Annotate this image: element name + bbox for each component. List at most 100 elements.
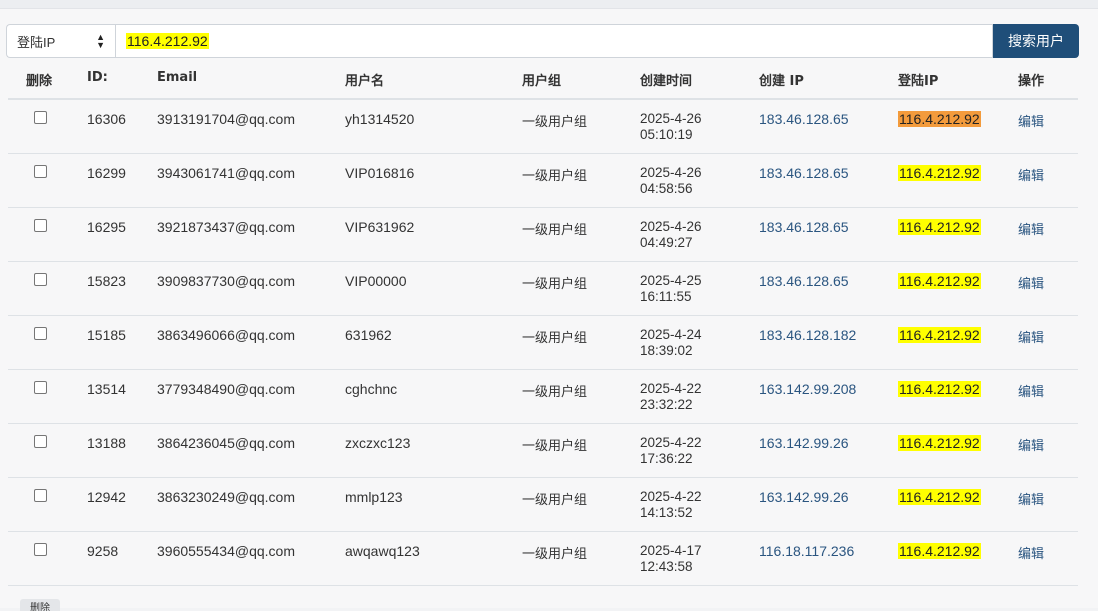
cell-email: 3863496066@qq.com [157,327,295,343]
header-username: 用户名 [345,74,385,89]
cell-login-ip: 116.4.212.92 [898,165,981,181]
table-row: 13514 3779348490@qq.com cghchnc 一级用户组 2025-4… [8,370,1078,424]
cell-group: 一级用户组 [522,439,588,454]
cell-username: yh1314520 [345,111,415,127]
edit-link[interactable]: 编辑 [1018,435,1044,454]
cell-created-time: 17:36:22 [640,451,693,466]
cell-created-date: 2025-4-26 [640,219,702,234]
delete-checkbox[interactable] [34,435,47,448]
cell-created-time: 14:13:52 [640,505,693,520]
cell-group: 一级用户组 [522,493,588,508]
table-row: 16295 3921873437@qq.com VIP631962 一级用户组 2025… [8,208,1078,262]
edit-link[interactable]: 编辑 [1018,543,1044,562]
cell-create-ip: 183.46.128.182 [759,327,857,343]
cell-created-date: 2025-4-17 [640,543,702,558]
cell-created-date: 2025-4-25 [640,273,702,288]
cell-created: 2025-4-22 14:13:52 [640,489,702,521]
cell-create-ip: 163.142.99.208 [759,381,857,397]
delete-checkbox[interactable] [34,327,47,340]
cell-id: 13514 [87,381,126,397]
cell-email: 3921873437@qq.com [157,219,295,235]
cell-created-date: 2025-4-26 [640,165,702,180]
search-bar: 登陆IP ▲ ▼ 116.4.212.92 搜索用户 [6,24,1079,58]
cell-id: 15185 [87,327,126,343]
search-input[interactable]: 116.4.212.92 [115,24,993,58]
cell-created: 2025-4-26 04:49:27 [640,219,702,251]
cell-group: 一级用户组 [522,277,588,292]
cell-group: 一级用户组 [522,115,588,130]
header-action: 操作 [1018,74,1045,89]
cell-created-time: 04:58:56 [640,181,693,196]
cell-group: 一级用户组 [522,547,588,562]
cell-username: VIP631962 [345,219,415,235]
cell-created-date: 2025-4-22 [640,381,702,396]
cell-email: 3909837730@qq.com [157,273,295,289]
delete-checkbox[interactable] [34,111,47,124]
edit-link[interactable]: 编辑 [1018,219,1044,238]
cell-login-ip: 116.4.212.92 [898,435,981,451]
select-caret-icon: ▲ ▼ [96,32,105,50]
cell-create-ip: 163.142.99.26 [759,435,849,451]
cell-login-ip-value: 116.4.212.92 [898,543,981,559]
header-create-ip: 创建 IP [759,74,804,89]
cell-login-ip-value: 116.4.212.92 [898,435,981,451]
edit-link[interactable]: 编辑 [1018,165,1044,184]
cell-email: 3913191704@qq.com [157,111,295,127]
table-row: 12942 3863230249@qq.com mmlp123 一级用户组 2025-4… [8,478,1078,532]
delete-checkbox[interactable] [34,543,47,556]
table-header: 删除 ID: Email 用户名 用户组 创建时间 创建 IP 登陆IP 操作 [8,62,1078,100]
table-row: 13188 3864236045@qq.com zxczxc123 一级用户组 2025… [8,424,1078,478]
cell-username: 631962 [345,327,392,343]
cell-created-date: 2025-4-22 [640,435,702,450]
delete-checkbox[interactable] [34,273,47,286]
cell-created-time: 05:10:19 [640,127,693,142]
delete-checkbox[interactable] [34,489,47,502]
users-table: 删除 ID: Email 用户名 用户组 创建时间 创建 IP 登陆IP 操作 … [8,62,1078,586]
cell-login-ip-value: 116.4.212.92 [898,273,981,289]
delete-checkbox[interactable] [34,381,47,394]
cell-created: 2025-4-22 23:32:22 [640,381,702,413]
cell-created-time: 16:11:55 [640,289,692,304]
search-field-select[interactable]: 登陆IP ▲ ▼ [6,24,115,58]
cell-created: 2025-4-25 16:11:55 [640,273,702,305]
cell-created: 2025-4-26 05:10:19 [640,111,702,143]
header-delete: 删除 [26,74,53,89]
cell-created-time: 12:43:58 [640,559,693,574]
cell-email: 3960555434@qq.com [157,543,295,559]
page: 登陆IP ▲ ▼ 116.4.212.92 搜索用户 删除 ID: Email 用… [0,0,1098,611]
delete-checkbox[interactable] [34,219,47,232]
edit-link[interactable]: 编辑 [1018,111,1044,130]
table-row: 9258 3960555434@qq.com awqawq123 一级用户组 2025-… [8,532,1078,586]
edit-link[interactable]: 编辑 [1018,381,1044,400]
cell-login-ip-value: 116.4.212.92 [898,489,981,505]
bulk-delete-button[interactable]: 删除 [20,599,60,611]
header-group: 用户组 [522,74,562,89]
table-row: 16299 3943061741@qq.com VIP016816 一级用户组 2025… [8,154,1078,208]
edit-link[interactable]: 编辑 [1018,327,1044,346]
cell-login-ip: 116.4.212.92 [898,543,981,559]
delete-checkbox[interactable] [34,165,47,178]
cell-username: cghchnc [345,381,398,397]
header-id: ID: [87,70,108,85]
cell-create-ip: 163.142.99.26 [759,489,849,505]
cell-id: 12942 [87,489,126,505]
cell-email: 3779348490@qq.com [157,381,295,397]
cell-created-date: 2025-4-24 [640,327,702,342]
cell-create-ip: 116.18.117.236 [759,543,855,559]
cell-created: 2025-4-26 04:58:56 [640,165,702,197]
cell-login-ip-value: 116.4.212.92 [898,219,981,235]
cell-create-ip: 183.46.128.65 [759,165,849,181]
edit-link[interactable]: 编辑 [1018,273,1044,292]
cell-login-ip: 116.4.212.92 [898,327,981,343]
cell-login-ip: 116.4.212.92 [898,489,981,505]
cell-created-time: 23:32:22 [640,397,693,412]
search-users-button[interactable]: 搜索用户 [993,24,1079,58]
cell-id: 16299 [87,165,126,181]
cell-id: 15823 [87,273,126,289]
cell-username: awqawq123 [345,543,420,559]
header-email: Email [157,70,198,85]
edit-link[interactable]: 编辑 [1018,489,1044,508]
cell-create-ip: 183.46.128.65 [759,273,849,289]
cell-login-ip: 116.4.212.92 [898,219,981,235]
cell-username: zxczxc123 [345,435,411,451]
